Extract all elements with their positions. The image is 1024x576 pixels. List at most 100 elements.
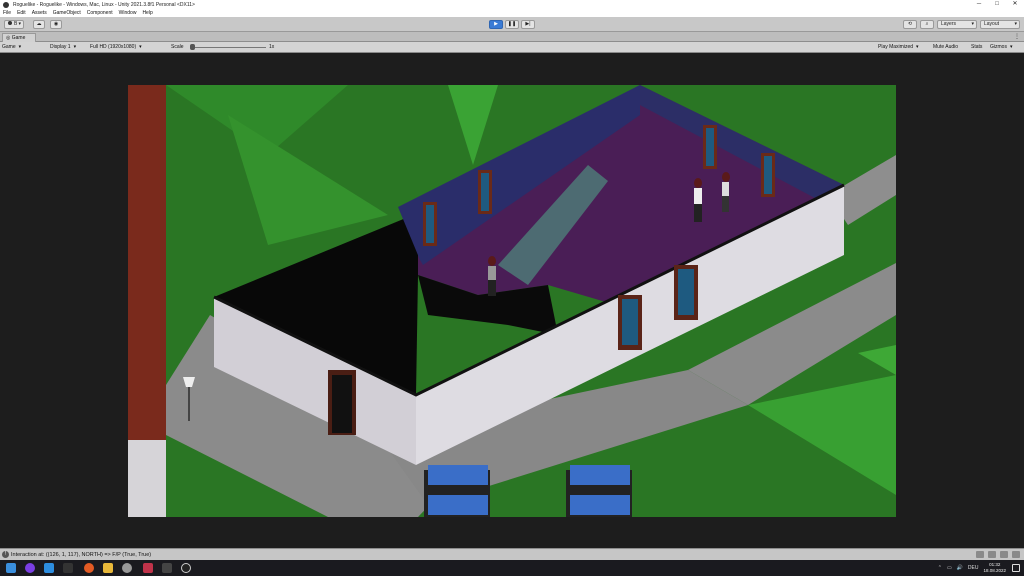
play-icon: ▶ (494, 21, 498, 27)
search-button[interactable]: ⌕ (920, 20, 934, 29)
unity-hub-icon[interactable] (181, 563, 191, 573)
main-toolbar: B ☁ ◉ ▶ ❚❚ ▶| ⟲ ⌕ Layers Layout (0, 17, 1024, 32)
progress-icon[interactable] (976, 551, 984, 558)
window-title-bar: Roguelike - Roguelike - Windows, Mac, Li… (0, 0, 1024, 9)
stats-toggle[interactable]: Stats (971, 43, 982, 52)
lock-icon[interactable] (1012, 551, 1020, 558)
app-icon[interactable] (122, 563, 132, 573)
bunk-bed-mattress (428, 495, 488, 515)
app-icon[interactable] (44, 563, 54, 573)
system-tray: ⌃ ▭ 🔊 DEU 01:32 18.08.2022 (933, 562, 1006, 574)
tab-game-label: Game (11, 35, 26, 41)
gizmos-label: Gizmos (990, 44, 1007, 50)
app-icon[interactable] (143, 563, 153, 573)
language-indicator[interactable]: DEU (968, 565, 979, 571)
bunk-bed-mattress (570, 495, 630, 515)
firefox-icon[interactable] (84, 563, 94, 573)
menu-file[interactable]: File (3, 10, 11, 16)
account-button[interactable]: B (4, 20, 24, 29)
character-legs (488, 280, 496, 296)
close-button[interactable]: ✕ (1006, 0, 1024, 9)
character-head (488, 256, 496, 266)
game-view-controls: Game Display 1 Full HD (1920x1080) Scale… (0, 42, 1024, 53)
gizmos-dropdown[interactable]: Gizmos (990, 43, 1012, 52)
layout-dropdown[interactable]: Layout (980, 20, 1020, 29)
character-body (694, 188, 702, 204)
window-glass (678, 269, 694, 315)
pause-button[interactable]: ❚❚ (505, 20, 519, 29)
clock[interactable]: 01:32 18.08.2022 (983, 562, 1006, 574)
display-label: Display 1 (50, 44, 71, 50)
game-tab-strip: ◎ Game ⋮ (0, 32, 1024, 42)
status-bar: ! Interaction at: ((126, 1, 117), NORTH)… (0, 548, 1024, 560)
menu-assets[interactable]: Assets (32, 10, 47, 16)
volume-icon[interactable]: 🔊 (957, 565, 963, 571)
character-body (722, 182, 729, 196)
cloud-button[interactable]: ☁ (33, 20, 45, 29)
character-head (722, 172, 730, 182)
scale-label: Scale (171, 44, 184, 50)
door-opening (332, 375, 352, 433)
resolution-dropdown[interactable]: Full HD (1920x1080) (90, 43, 142, 52)
character-head (694, 178, 702, 188)
window-title: Roguelike - Roguelike - Windows, Mac, Li… (13, 1, 195, 8)
scale-slider-track[interactable] (192, 47, 266, 48)
menu-gameobject[interactable]: GameObject (53, 10, 81, 16)
character-legs (694, 204, 702, 222)
lamp-pole (188, 387, 190, 421)
chevron-up-icon[interactable]: ⌃ (938, 565, 942, 571)
history-icon: ⟲ (907, 21, 913, 27)
play-maximized-label: Play Maximized (878, 44, 914, 50)
minimize-button[interactable]: ─ (970, 0, 988, 9)
window-glass (426, 205, 434, 243)
clock-date: 18.08.2022 (983, 568, 1006, 573)
menu-window[interactable]: Window (119, 10, 137, 16)
layers-dropdown[interactable]: Layers (937, 20, 977, 29)
window-glass (706, 128, 714, 166)
notification-icon[interactable] (1012, 564, 1020, 572)
tab-game[interactable]: ◎ Game (2, 33, 36, 42)
character-body (488, 266, 496, 280)
menu-component[interactable]: Component (87, 10, 113, 16)
window-glass (764, 156, 772, 194)
cloud-icon: ☁ (36, 21, 42, 27)
mute-audio-toggle[interactable]: Mute Audio (933, 43, 958, 52)
maximize-button[interactable]: □ (988, 0, 1006, 9)
folder-icon[interactable] (103, 563, 113, 573)
play-button[interactable]: ▶ (489, 20, 503, 29)
play-maximized-dropdown[interactable]: Play Maximized (878, 43, 919, 52)
account-icon (8, 21, 12, 25)
step-icon: ▶| (525, 21, 531, 27)
view-mode-dropdown[interactable]: Game (2, 43, 21, 52)
unity-logo-icon (3, 1, 9, 8)
layout-label: Layout (984, 21, 1000, 27)
app-icon[interactable] (63, 563, 73, 573)
start-icon[interactable] (6, 563, 16, 573)
bunk-bed-mattress (428, 465, 488, 485)
bug-icon[interactable] (1000, 551, 1008, 558)
window-glass (481, 173, 489, 211)
view-mode-label: Game (2, 44, 16, 50)
app-icon[interactable] (25, 563, 35, 573)
step-button[interactable]: ▶| (521, 20, 535, 29)
search-icon: ⌕ (925, 21, 929, 27)
console-info-icon[interactable]: ! (2, 551, 9, 558)
settings-icon[interactable] (988, 551, 996, 558)
collab-icon: ◉ (53, 21, 59, 27)
siding-wall (128, 440, 166, 517)
scale-slider-handle[interactable] (190, 44, 195, 50)
bunk-bed-mattress (570, 465, 630, 485)
pause-icon: ❚❚ (507, 21, 517, 27)
more-options-icon[interactable]: ⋮ (1014, 33, 1020, 40)
game-render[interactable] (128, 85, 896, 517)
menu-bar: File Edit Assets GameObject Component Wi… (0, 9, 1024, 17)
collab-button[interactable]: ◉ (50, 20, 62, 29)
history-button[interactable]: ⟲ (903, 20, 917, 29)
menu-help[interactable]: Help (142, 10, 152, 16)
network-icon[interactable]: ▭ (947, 565, 952, 571)
display-dropdown[interactable]: Display 1 (50, 43, 76, 52)
status-message[interactable]: Interaction at: ((126, 1, 117), NORTH) =… (11, 551, 151, 559)
unity-icon[interactable] (162, 563, 172, 573)
brick-wall (128, 85, 166, 465)
menu-edit[interactable]: Edit (17, 10, 26, 16)
